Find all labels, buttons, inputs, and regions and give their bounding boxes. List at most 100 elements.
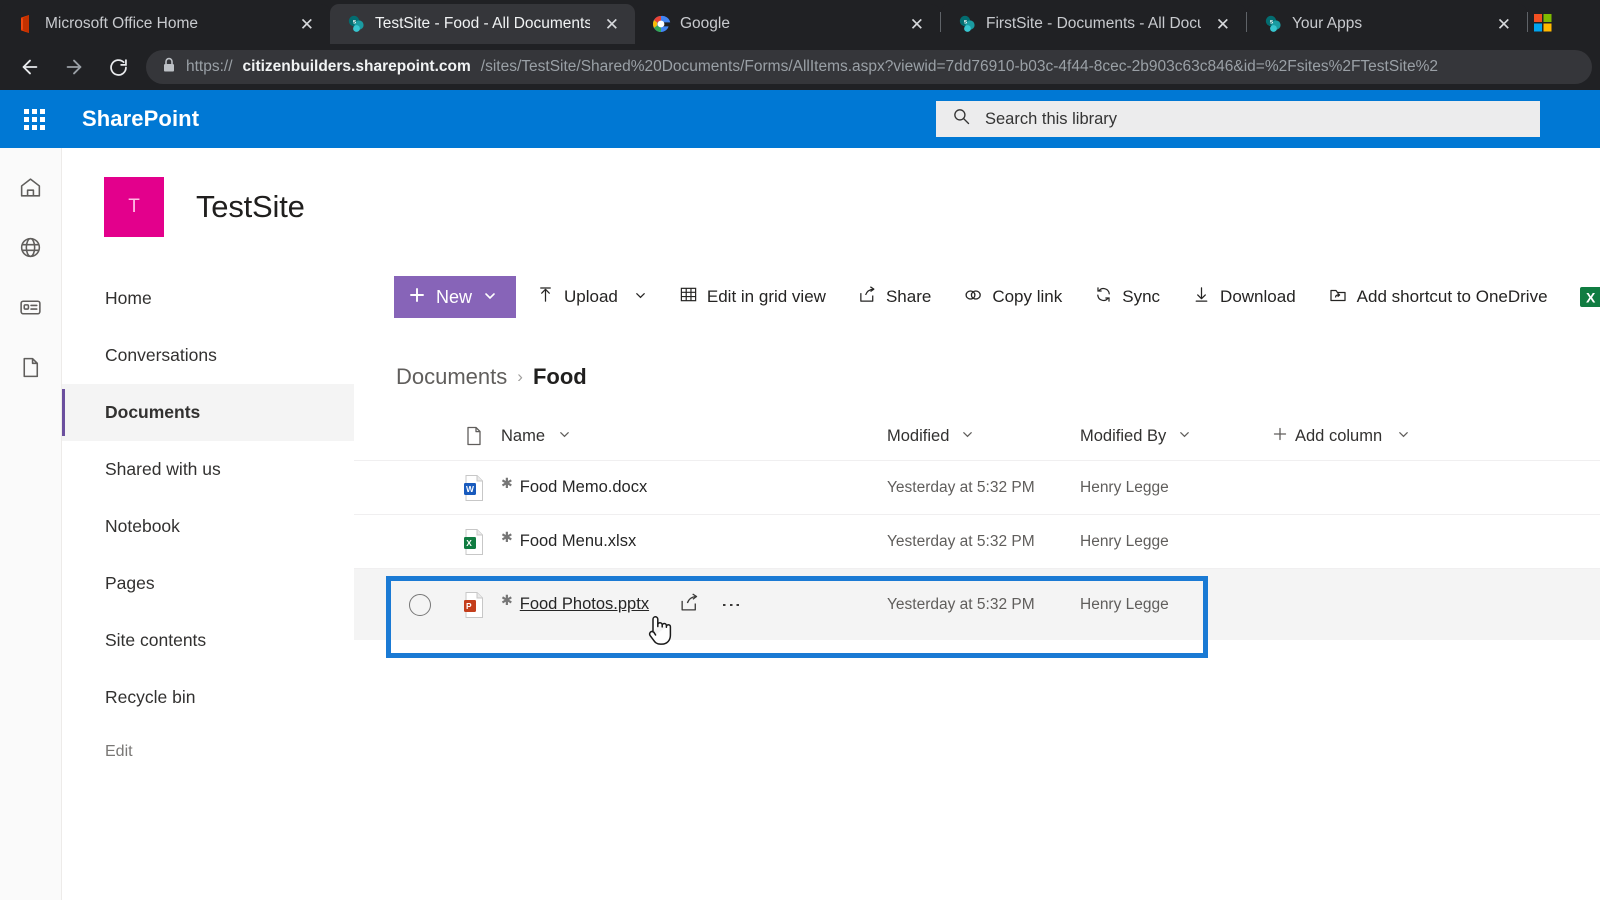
browser-tab-testsite-food[interactable]: s TestSite - Food - All Documents ✕ bbox=[330, 4, 635, 44]
forward-arrow-icon[interactable] bbox=[52, 47, 96, 87]
add-column-button[interactable]: Add column bbox=[1273, 427, 1600, 446]
edit-in-grid-view-button[interactable]: Edit in grid view bbox=[667, 276, 838, 318]
copy-link-button[interactable]: Copy link bbox=[951, 276, 1074, 318]
browser-tab-title: FirstSite - Documents - All Docum bbox=[986, 15, 1201, 32]
close-icon[interactable]: ✕ bbox=[904, 16, 930, 33]
file-name-link[interactable]: Food Menu.xlsx bbox=[520, 532, 636, 551]
site-logo[interactable]: T bbox=[104, 177, 164, 237]
news-icon[interactable] bbox=[14, 290, 48, 324]
file-name-cell[interactable]: ✱ Food Memo.docx bbox=[501, 476, 887, 497]
close-icon[interactable]: ✕ bbox=[599, 16, 625, 33]
sidebar-item-label: Shared with us bbox=[105, 459, 221, 479]
sidebar-item-shared-with-us[interactable]: Shared with us bbox=[62, 441, 354, 498]
sidebar-item-label: Site contents bbox=[105, 630, 207, 650]
file-name-link[interactable]: Food Photos.pptx bbox=[520, 595, 649, 614]
share-icon bbox=[858, 285, 877, 309]
breadcrumb-documents[interactable]: Documents bbox=[396, 364, 507, 390]
browser-tab-office-home[interactable]: Microsoft Office Home ✕ bbox=[0, 4, 330, 44]
sharepoint-icon: s bbox=[346, 14, 366, 34]
add-shortcut-label: Add shortcut to OneDrive bbox=[1356, 287, 1548, 306]
share-icon[interactable] bbox=[679, 592, 700, 618]
file-type-icon[interactable] bbox=[446, 425, 501, 447]
new-item-icon: ✱ bbox=[501, 528, 513, 545]
sidebar-item-home[interactable]: Home bbox=[62, 270, 354, 327]
search-input[interactable]: Search this library bbox=[936, 101, 1540, 137]
sidebar-item-site-contents[interactable]: Site contents bbox=[62, 612, 354, 669]
table-row[interactable]: P ✱ Food Photos.pptx ⋮ Yesterday at 5:32… bbox=[354, 568, 1600, 640]
close-icon[interactable]: ✕ bbox=[1491, 16, 1517, 33]
document-icon[interactable] bbox=[14, 350, 48, 384]
excel-export-icon[interactable]: X bbox=[1574, 276, 1600, 318]
close-icon[interactable]: ✕ bbox=[1210, 16, 1236, 33]
svg-text:X: X bbox=[1586, 290, 1596, 306]
selection-circle-icon[interactable] bbox=[409, 593, 431, 616]
home-icon[interactable] bbox=[14, 170, 48, 204]
close-icon[interactable]: ✕ bbox=[294, 16, 320, 33]
sync-button[interactable]: Sync bbox=[1082, 276, 1172, 318]
modified-cell: Yesterday at 5:32 PM bbox=[887, 478, 1035, 496]
download-icon bbox=[1192, 285, 1211, 309]
browser-tab-title: Google bbox=[680, 15, 730, 32]
sharepoint-brand[interactable]: SharePoint bbox=[82, 106, 199, 132]
file-name-cell[interactable]: ✱ Food Photos.pptx ⋮ bbox=[501, 592, 887, 618]
chevron-down-icon bbox=[558, 428, 571, 444]
back-arrow-icon[interactable] bbox=[8, 47, 52, 87]
table-row[interactable]: W ✱ Food Memo.docx Yesterday at 5:32 PM … bbox=[354, 460, 1600, 514]
document-library: New Upload Edit in grid view Share Copy … bbox=[354, 266, 1600, 900]
upload-button[interactable]: Upload bbox=[524, 276, 659, 318]
sidebar-item-documents[interactable]: Documents bbox=[62, 384, 354, 441]
command-bar: New Upload Edit in grid view Share Copy … bbox=[354, 266, 1600, 328]
address-bar[interactable]: https:// citizenbuilders.sharepoint.com/s… bbox=[146, 50, 1592, 84]
plus-icon bbox=[1273, 427, 1287, 446]
globe-icon[interactable] bbox=[14, 230, 48, 264]
browser-tab-google[interactable]: Google ✕ bbox=[635, 4, 940, 44]
site-navigation: Home Conversations Documents Shared with… bbox=[62, 266, 354, 900]
table-row[interactable]: X ✱ Food Menu.xlsx Yesterday at 5:32 PM … bbox=[354, 514, 1600, 568]
file-name-link[interactable]: Food Memo.docx bbox=[520, 478, 647, 497]
new-button[interactable]: New bbox=[394, 276, 517, 318]
column-header-name[interactable]: Name bbox=[501, 427, 887, 446]
sidebar-item-notebook[interactable]: Notebook bbox=[62, 498, 354, 555]
column-header-modified[interactable]: Modified bbox=[887, 427, 1080, 446]
svg-text:s: s bbox=[1270, 19, 1274, 26]
app-launcher-icon[interactable] bbox=[14, 99, 54, 139]
new-button-label: New bbox=[436, 286, 473, 307]
column-header-modified-by-label: Modified By bbox=[1080, 426, 1167, 445]
sidebar-item-conversations[interactable]: Conversations bbox=[62, 327, 354, 384]
browser-tab-your-apps[interactable]: s Your Apps ✕ bbox=[1247, 4, 1527, 44]
sidebar-item-label: Recycle bin bbox=[105, 687, 196, 707]
modified-cell: Yesterday at 5:32 PM bbox=[887, 595, 1035, 613]
share-button[interactable]: Share bbox=[846, 276, 943, 318]
svg-text:P: P bbox=[466, 601, 472, 611]
modified-by-cell: Henry Legge bbox=[1080, 478, 1169, 496]
link-icon bbox=[963, 285, 983, 310]
breadcrumb-current: Food bbox=[532, 364, 587, 389]
url-scheme: https:// bbox=[186, 58, 233, 75]
reload-icon[interactable] bbox=[96, 47, 140, 87]
search-placeholder: Search this library bbox=[985, 109, 1118, 128]
browser-tab-partial[interactable] bbox=[1528, 4, 1554, 44]
sharepoint-icon: s bbox=[1263, 14, 1283, 34]
file-name-cell[interactable]: ✱ Food Menu.xlsx bbox=[501, 528, 887, 551]
browser-tab-firstsite-documents[interactable]: s FirstSite - Documents - All Docum ✕ bbox=[941, 4, 1246, 44]
file-list-header: Name Modified Modified By Add column bbox=[354, 412, 1600, 460]
modified-by-cell: Henry Legge bbox=[1080, 595, 1169, 613]
column-header-modified-by[interactable]: Modified By bbox=[1080, 427, 1273, 446]
google-icon bbox=[651, 14, 671, 34]
browser-tabstrip: Microsoft Office Home ✕ s TestSite - Foo… bbox=[0, 0, 1600, 44]
page-title: TestSite bbox=[196, 189, 305, 224]
powerpoint-file-icon: P bbox=[446, 591, 501, 619]
sidebar-item-pages[interactable]: Pages bbox=[62, 555, 354, 612]
upload-icon bbox=[536, 285, 555, 309]
column-header-modified-label: Modified bbox=[887, 426, 950, 445]
add-shortcut-to-onedrive-button[interactable]: Add shortcut to OneDrive bbox=[1316, 276, 1560, 318]
more-options-icon[interactable]: ⋮ bbox=[720, 595, 742, 615]
download-button[interactable]: Download bbox=[1180, 276, 1308, 318]
plus-icon bbox=[409, 287, 425, 308]
sidebar-item-recycle-bin[interactable]: Recycle bin bbox=[62, 669, 354, 726]
global-nav-rail bbox=[0, 148, 62, 900]
sidebar-item-label: Conversations bbox=[105, 345, 217, 365]
row-selector[interactable] bbox=[394, 593, 446, 616]
chevron-down-icon bbox=[961, 430, 974, 444]
edit-navigation-link[interactable]: Edit bbox=[62, 726, 354, 778]
